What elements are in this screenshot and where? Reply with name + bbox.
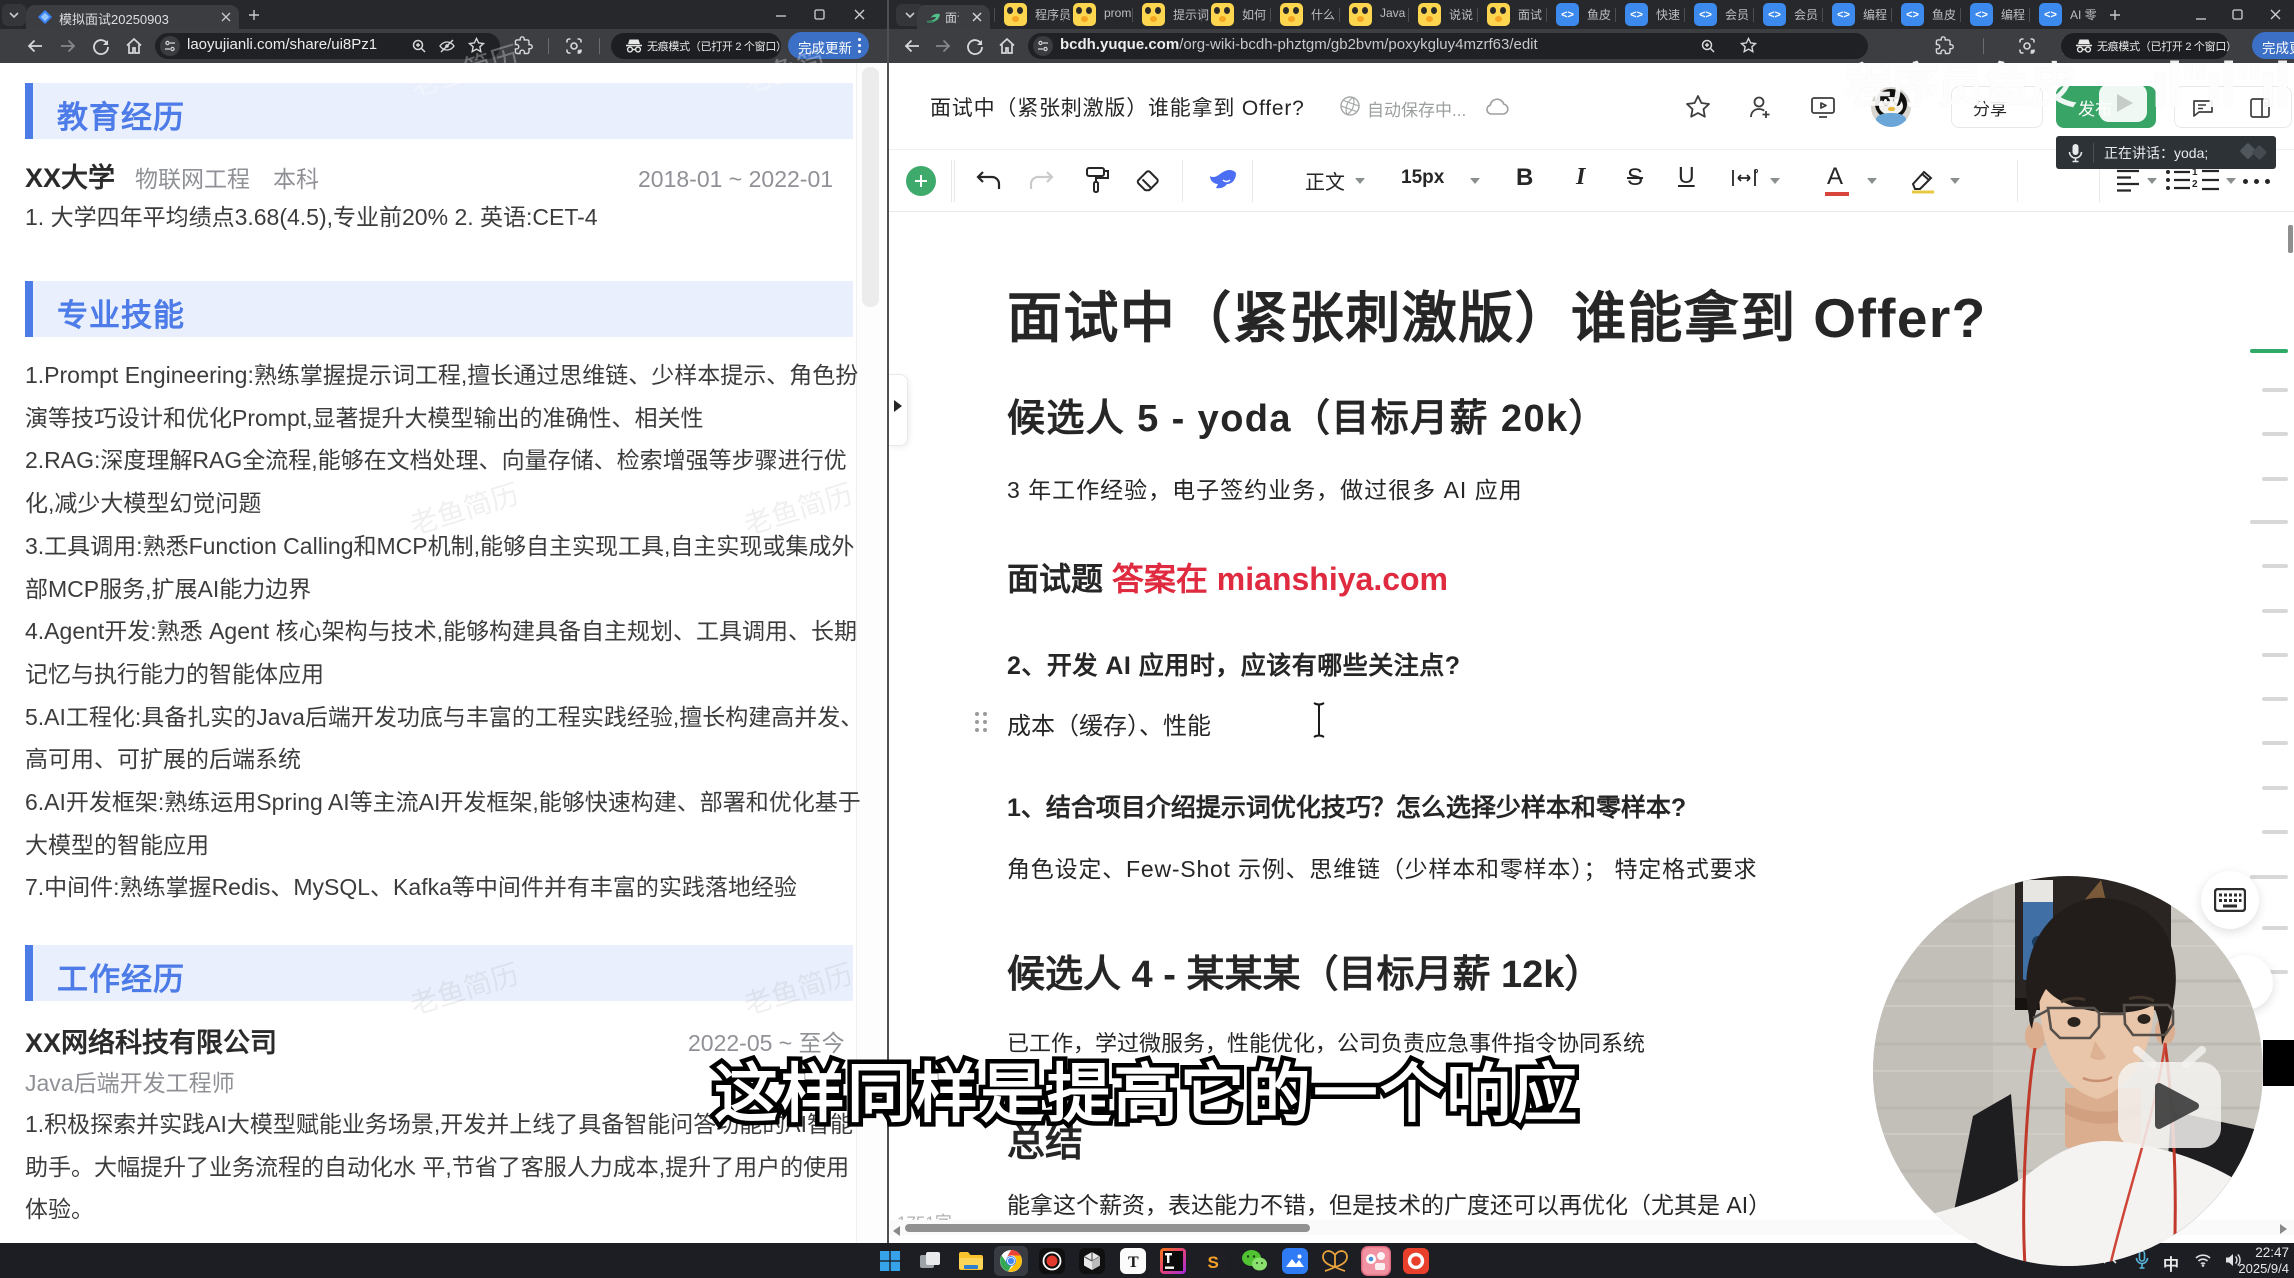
svg-text:T: T xyxy=(1128,1254,1139,1271)
svg-text:2: 2 xyxy=(2192,179,2198,190)
svg-text:S: S xyxy=(1208,1253,1219,1272)
